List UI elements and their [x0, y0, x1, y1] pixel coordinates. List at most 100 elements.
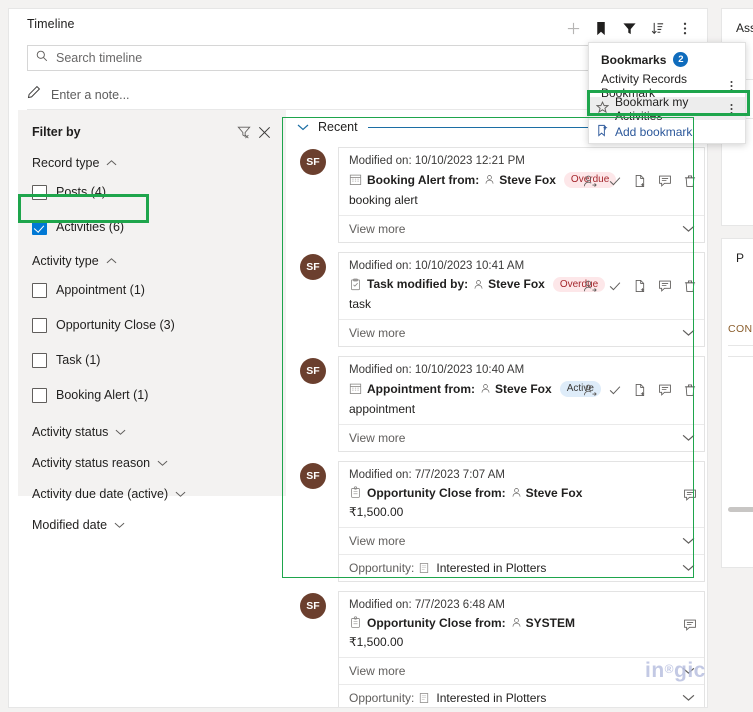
card-modified-on: Modified on: 10/10/2023 10:41 AM: [349, 259, 525, 272]
checkbox[interactable]: [32, 184, 47, 200]
bookmark-item-add[interactable]: Add bookmark: [589, 120, 745, 143]
view-more-row[interactable]: View more: [339, 319, 704, 346]
timeline-card[interactable]: Modified on: 10/10/2023 12:21 PM Booking …: [338, 147, 705, 243]
note-icon[interactable]: [683, 617, 697, 633]
chevron-down-icon[interactable]: [682, 431, 695, 445]
card-person: Steve Fox: [494, 381, 552, 396]
add-file-icon[interactable]: [633, 278, 647, 294]
assistant-panel-title: Ass: [736, 21, 753, 35]
complete-icon[interactable]: [608, 173, 622, 189]
filter-group-label: Activity status reason: [32, 456, 151, 470]
avatar: SF: [300, 592, 326, 619]
note-icon[interactable]: [658, 278, 672, 294]
filter-option-opportunity-close[interactable]: Opportunity Close (3): [18, 312, 286, 338]
related-record-label: Opportunity:: [349, 560, 415, 575]
filter-option-booking-alert[interactable]: Booking Alert (1): [18, 382, 286, 408]
checkbox[interactable]: [32, 317, 47, 333]
person-icon: [511, 487, 522, 498]
filter-option-activities[interactable]: Activities (6): [18, 214, 286, 240]
chevron-down-icon[interactable]: [682, 691, 695, 705]
calendar-icon: [349, 382, 362, 395]
card-headline: Opportunity Close from: SYSTEM: [349, 616, 695, 630]
timeline-item[interactable]: SF Modified on: 10/10/2023 10:41 AM Task m…: [295, 251, 705, 347]
details-panel: P CON: [721, 238, 753, 568]
card-body: Modified on: 10/10/2023 12:21 PM Booking …: [339, 148, 704, 215]
card-description: booking alert: [349, 192, 418, 207]
card-headline: Opportunity Close from: Steve Fox: [349, 486, 695, 500]
view-more-row[interactable]: View more: [339, 214, 704, 242]
timeline-card[interactable]: Modified on: 10/10/2023 10:41 AM Task mod…: [338, 251, 705, 347]
chevron-down-icon[interactable]: [682, 326, 695, 340]
filter-icon[interactable]: [615, 15, 643, 41]
bookmark-icon[interactable]: [587, 15, 615, 41]
divider: [728, 356, 753, 357]
person-icon: [484, 174, 495, 185]
bookmark-item-my-activities[interactable]: Bookmark my Activities: [589, 95, 745, 123]
timeline-toolbar: [559, 15, 699, 41]
timeline-item[interactable]: SF Modified on: 10/10/2023 12:21 PM Bookin…: [295, 147, 705, 243]
clear-filter-icon[interactable]: [234, 122, 254, 142]
delete-icon[interactable]: [683, 382, 697, 398]
chevron-down-icon[interactable]: [682, 561, 695, 575]
view-more-label: View more: [349, 326, 406, 340]
filter-option-posts[interactable]: Posts (4): [18, 179, 286, 205]
related-record-row[interactable]: Opportunity: Interested in Plotters: [339, 553, 704, 581]
related-record-row[interactable]: Opportunity: Interested in Plotters: [339, 683, 704, 708]
filter-group-activity-due-date[interactable]: Activity due date (active): [18, 487, 286, 501]
card-description: ₹1,500.00: [349, 504, 404, 519]
card-modified-on: Modified on: 10/10/2023 10:40 AM: [349, 364, 525, 376]
view-more-label: View more: [349, 430, 406, 445]
search-icon: [36, 49, 48, 67]
add-file-icon[interactable]: [633, 382, 647, 398]
card-actions: [683, 617, 697, 633]
add-file-icon[interactable]: [633, 173, 647, 189]
bookmarks-count-badge: 2: [673, 52, 689, 67]
chevron-down-icon[interactable]: [297, 118, 309, 136]
checkbox[interactable]: [32, 352, 47, 368]
checkbox[interactable]: [32, 219, 47, 235]
delete-icon[interactable]: [683, 278, 697, 294]
timeline-item[interactable]: SF Modified on: 7/7/2023 7:07 AM Opportuni…: [295, 460, 705, 582]
filter-group-activity-type[interactable]: Activity type: [18, 240, 286, 268]
filter-option-appointment[interactable]: Appointment (1): [18, 277, 286, 303]
assign-icon[interactable]: [583, 382, 597, 398]
card-activity-label: Opportunity Close from:: [367, 485, 506, 500]
assign-icon[interactable]: [583, 173, 597, 189]
note-icon[interactable]: [658, 173, 672, 189]
filter-group-record-type[interactable]: Record type: [18, 142, 286, 170]
complete-icon[interactable]: [608, 278, 622, 294]
more-options-icon[interactable]: [725, 103, 737, 115]
chevron-down-icon[interactable]: [682, 534, 695, 548]
filter-option-label: Booking Alert (1): [56, 388, 149, 402]
filter-group-activity-status-reason[interactable]: Activity status reason: [18, 456, 286, 470]
timeline-card[interactable]: Modified on: 7/7/2023 7:07 AM Opportunity…: [338, 460, 705, 582]
add-bookmark-icon: [596, 124, 609, 140]
chevron-down-icon[interactable]: [682, 222, 695, 236]
assign-icon[interactable]: [583, 278, 597, 294]
filter-group-activity-status[interactable]: Activity status: [18, 425, 286, 439]
timeline-card[interactable]: Modified on: 7/7/2023 6:48 AM Opportunity…: [338, 590, 705, 708]
add-icon[interactable]: [559, 15, 587, 41]
more-commands-icon[interactable]: [671, 15, 699, 41]
checkbox[interactable]: [32, 282, 47, 298]
delete-icon[interactable]: [683, 173, 697, 189]
sort-icon[interactable]: [643, 15, 671, 41]
close-icon[interactable]: [254, 122, 274, 142]
note-icon[interactable]: [683, 487, 697, 503]
timeline-card[interactable]: Modified on: 10/10/2023 10:40 AM Appointm…: [338, 356, 705, 452]
card-modified-on: Modified on: 10/10/2023 12:21 PM: [349, 155, 525, 167]
checkbox[interactable]: [32, 387, 47, 403]
person-icon: [473, 279, 484, 290]
filter-group-label: Activity status: [32, 425, 109, 439]
more-options-icon[interactable]: [725, 80, 737, 92]
note-icon[interactable]: [658, 382, 672, 398]
filter-option-task[interactable]: Task (1): [18, 347, 286, 373]
timeline-feed[interactable]: Recent SF Modified on: 10/10/2023 12:21 P…: [295, 116, 705, 708]
timeline-item[interactable]: SF Modified on: 10/10/2023 10:40 AM Appoin…: [295, 356, 705, 452]
view-more-row[interactable]: View more: [339, 423, 704, 451]
timeline-item[interactable]: SF Modified on: 7/7/2023 6:48 AM Opportuni…: [295, 590, 705, 708]
complete-icon[interactable]: [608, 382, 622, 398]
view-more-row[interactable]: View more: [339, 526, 704, 554]
filter-group-modified-date[interactable]: Modified date: [18, 518, 286, 532]
card-actions: [683, 487, 697, 503]
